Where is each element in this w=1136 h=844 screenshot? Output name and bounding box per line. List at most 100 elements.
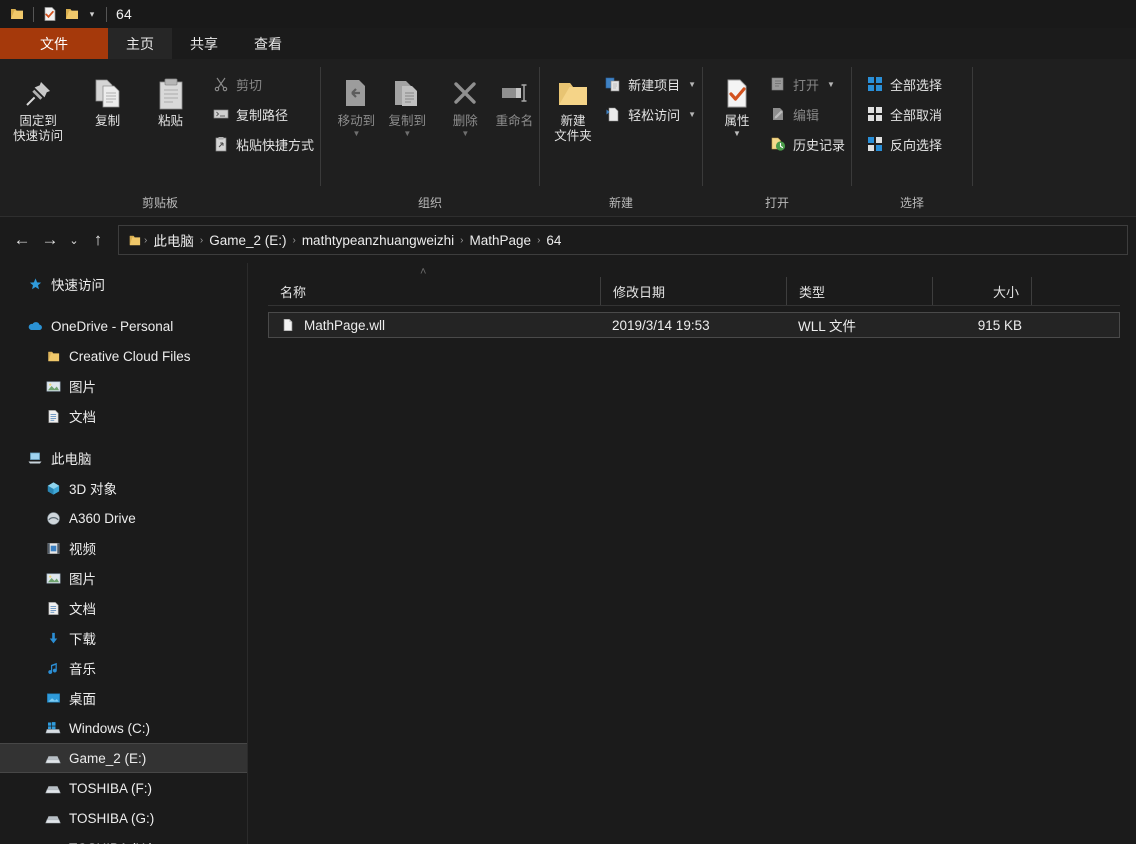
new-item-button[interactable]: 新建项目 ▼ [600, 69, 702, 99]
history-icon [769, 135, 787, 153]
sidebar-item-toshiba-f[interactable]: TOSHIBA (F:) [0, 773, 247, 803]
sidebar-label: 图片 [69, 380, 96, 395]
sidebar-item-od-pictures[interactable]: 图片 [0, 371, 247, 401]
copy-path-button[interactable]: 复制路径 [208, 99, 320, 129]
new-item-caret-icon[interactable]: ▼ [688, 80, 696, 89]
open-caret-icon[interactable]: ▼ [827, 80, 835, 89]
properties-icon[interactable] [39, 3, 61, 25]
pictures-icon [44, 569, 62, 587]
sidebar-item-onedrive[interactable]: OneDrive - Personal [0, 311, 247, 341]
breadcrumb-item-this-pc[interactable]: 此电脑 [148, 230, 199, 250]
select-small-commands: 全部选择 全部取消 反向选择 [862, 67, 948, 159]
select-all-button[interactable]: 全部选择 [862, 69, 948, 99]
tab-view[interactable]: 查看 [236, 28, 300, 59]
move-to-button[interactable]: 移动到 ▼ [331, 67, 382, 138]
sidebar-item-windows-c[interactable]: Windows (C:) [0, 713, 247, 743]
sidebar-item-toshiba-h[interactable]: TOSHIBA (H:) [0, 833, 247, 844]
sidebar-item-desktop[interactable]: 桌面 [0, 683, 247, 713]
history-button[interactable]: 历史记录 [765, 129, 851, 159]
new-small-commands: 新建项目 ▼ 轻松访问 ▼ [600, 67, 702, 129]
sidebar-item-downloads[interactable]: 下载 [0, 623, 247, 653]
sidebar-item-documents[interactable]: 文档 [0, 593, 247, 623]
select-none-icon [866, 105, 884, 123]
paste-shortcut-button[interactable]: 粘贴快捷方式 [208, 129, 320, 159]
main-area: 快速访问 OneDrive - Personal Creative Cloud … [0, 263, 1136, 844]
breadcrumb-item-mathtype[interactable]: mathtypeanzhuangweizhi [297, 233, 459, 248]
easy-access-button[interactable]: 轻松访问 ▼ [600, 99, 702, 129]
column-header-name[interactable]: 名称 [268, 277, 600, 305]
delete-button[interactable]: 删除 ▼ [441, 67, 490, 138]
sidebar-item-this-pc[interactable]: 此电脑 [0, 443, 247, 473]
open-button[interactable]: 打开 ▼ [765, 69, 851, 99]
back-button[interactable]: ← [8, 226, 36, 254]
delete-caret-icon[interactable]: ▼ [461, 130, 469, 138]
copy-button[interactable]: 复制 [76, 67, 139, 129]
sidebar-item-music[interactable]: 音乐 [0, 653, 247, 683]
sidebar-item-od-documents[interactable]: 文档 [0, 401, 247, 431]
delete-icon [450, 69, 480, 111]
pin-to-quick-access-label: 固定到 快速访问 [13, 114, 64, 143]
file-rows: MathPage.wll 2019/3/14 19:53 WLL 文件 915 … [248, 306, 1136, 338]
pin-to-quick-access-button[interactable]: 固定到 快速访问 [0, 67, 76, 144]
invert-selection-button[interactable]: 反向选择 [862, 129, 948, 159]
new-folder-icon[interactable] [61, 3, 83, 25]
ribbon-group-open: 属性 ▼ 打开 ▼ 编辑 历史记录 打开 [703, 59, 851, 216]
folder-icon [6, 3, 28, 25]
column-header-type[interactable]: 类型 [786, 277, 932, 305]
sidebar-gap-2 [0, 431, 247, 443]
a360-icon [44, 509, 62, 527]
paste-shortcut-label: 粘贴快捷方式 [235, 137, 314, 153]
paste-shortcut-icon [212, 135, 230, 153]
table-row[interactable]: MathPage.wll 2019/3/14 19:53 WLL 文件 915 … [268, 312, 1120, 338]
breadcrumb[interactable]: › 此电脑 › Game_2 (E:) › mathtypeanzhuangwe… [118, 225, 1128, 255]
sidebar-label: TOSHIBA (G:) [69, 810, 155, 826]
sidebar-item-videos[interactable]: 视频 [0, 533, 247, 563]
ribbon-group-organize: 移动到 ▼ 复制到 ▼ 删除 ▼ 重命名 组织 [321, 59, 539, 216]
sidebar-item-toshiba-g[interactable]: TOSHIBA (G:) [0, 803, 247, 833]
pin-icon [21, 69, 55, 111]
titlebar-divider-2 [106, 6, 107, 22]
paste-button[interactable]: 粘贴 [139, 67, 202, 129]
ribbon-group-clipboard: 固定到 快速访问 复制 粘贴 剪切 复制路径 粘贴快捷方式 剪贴板 [0, 59, 320, 216]
sidebar-item-quick-access[interactable]: 快速访问 [0, 269, 247, 299]
delete-label: 删除 [452, 114, 478, 128]
copy-to-icon [391, 69, 423, 111]
select-none-label: 全部取消 [890, 107, 943, 123]
open-icon [769, 75, 787, 93]
sidebar-item-creative-cloud[interactable]: Creative Cloud Files [0, 341, 247, 371]
tab-share[interactable]: 共享 [172, 28, 236, 59]
properties-caret-icon[interactable]: ▼ [733, 130, 741, 138]
forward-button[interactable]: → [36, 226, 64, 254]
edit-button[interactable]: 编辑 [765, 99, 851, 129]
invert-selection-icon [866, 135, 884, 153]
sidebar-item-game2-e[interactable]: Game_2 (E:) [0, 743, 247, 773]
column-header-date[interactable]: 修改日期 [600, 277, 786, 305]
cloud-icon [26, 317, 44, 335]
ribbon-group-label-organize: 组织 [417, 196, 442, 210]
column-header-size[interactable]: 大小 [932, 277, 1032, 305]
breadcrumb-item-64[interactable]: 64 [541, 233, 566, 248]
properties-label: 属性 [724, 114, 750, 128]
navigation-pane[interactable]: 快速访问 OneDrive - Personal Creative Cloud … [0, 263, 248, 844]
scissors-icon [212, 75, 230, 93]
copy-to-caret-icon[interactable]: ▼ [403, 130, 411, 138]
rename-button[interactable]: 重命名 [490, 67, 539, 129]
tab-home[interactable]: 主页 [108, 28, 172, 59]
sidebar-item-pictures[interactable]: 图片 [0, 563, 247, 593]
copy-to-button[interactable]: 复制到 ▼ [382, 67, 433, 138]
move-to-caret-icon[interactable]: ▼ [352, 130, 360, 138]
new-folder-button[interactable]: 新建 文件夹 [548, 67, 598, 144]
customize-quick-access-icon[interactable]: ▾ [83, 3, 101, 25]
select-none-button[interactable]: 全部取消 [862, 99, 948, 129]
breadcrumb-item-mathpage[interactable]: MathPage [465, 233, 537, 248]
recent-locations-button[interactable]: ⌄ [64, 226, 84, 254]
cut-button[interactable]: 剪切 [208, 69, 320, 99]
sidebar-item-3d-objects[interactable]: 3D 对象 [0, 473, 247, 503]
breadcrumb-item-game2-e[interactable]: Game_2 (E:) [204, 233, 291, 248]
properties-button[interactable]: 属性 ▼ [711, 67, 763, 138]
up-button[interactable]: ↑ [84, 226, 112, 254]
tab-file[interactable]: 文件 [0, 28, 108, 59]
easy-access-caret-icon[interactable]: ▼ [688, 110, 696, 119]
sidebar-item-a360-drive[interactable]: A360 Drive [0, 503, 247, 533]
sidebar-label: OneDrive - Personal [51, 318, 174, 334]
